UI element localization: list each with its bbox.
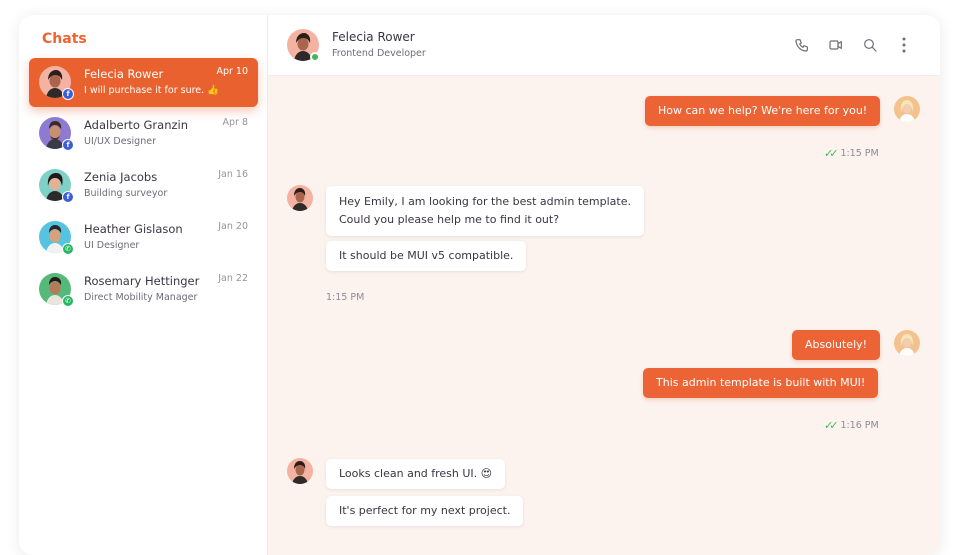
chat-item-date: Apr 10 [216, 66, 248, 77]
chat-item-date: Jan 16 [218, 169, 248, 180]
phone-icon[interactable] [793, 36, 811, 54]
conversation-header: Felecia Rower Frontend Developer [268, 15, 940, 76]
chat-item-zenia-jacobs[interactable]: f Zenia Jacobs Building surveyor Jan 16 [29, 161, 258, 213]
timestamp-text: 1:16 PM [840, 420, 879, 431]
chat-item-name: Zenia Jacobs [84, 170, 158, 184]
message-bubble-incoming: Hey Emily, I am looking for the best adm… [326, 186, 644, 236]
message-bubble-outgoing: This admin template is built with MUI! [643, 368, 879, 398]
avatar: ✆ [39, 221, 74, 255]
chat-item-date: Jan 22 [218, 273, 248, 284]
header-actions [793, 36, 913, 54]
chat-item-subtitle: Building surveyor [84, 188, 168, 199]
chat-item-felecia-rower[interactable]: f Felecia Rower I will purchase it for s… [29, 58, 258, 107]
chat-app-window: Chats f Felecia Rower I will purchase it… [19, 15, 940, 555]
contact-avatar[interactable] [287, 29, 320, 62]
avatar [894, 330, 920, 356]
avatar [894, 96, 920, 122]
avatar: f [39, 117, 74, 151]
message-bubble-incoming: It should be MUI v5 compatible. [326, 241, 527, 271]
avatar [287, 185, 313, 211]
whatsapp-icon: ✆ [62, 243, 74, 255]
chat-item-subtitle: UI Designer [84, 240, 140, 251]
message-timestamp: ✓✓ 1:16 PM [824, 419, 879, 432]
message-timestamp: ✓✓ 1:15 PM [824, 147, 879, 160]
video-icon[interactable] [827, 36, 845, 54]
sidebar-title: Chats [42, 31, 87, 47]
chat-item-last-message: I will purchase it for sure. 👍 [84, 85, 220, 96]
chat-list: f Felecia Rower I will purchase it for s… [29, 58, 258, 317]
chat-item-subtitle: Direct Mobility Manager [84, 292, 198, 303]
timestamp-text: 1:15 PM [840, 148, 879, 159]
chat-item-date: Apr 8 [222, 117, 249, 128]
chat-item-rosemary-hettinger[interactable]: ✆ Rosemary Hettinger Direct Mobility Man… [29, 265, 258, 317]
message-bubble-outgoing: How can we help? We're here for you! [645, 96, 881, 126]
double-check-icon: ✓✓ [824, 419, 839, 432]
contact-role: Frontend Developer [332, 48, 426, 59]
message-bubble-incoming: Looks clean and fresh UI. 😍 [326, 459, 506, 489]
chat-item-subtitle: UI/UX Designer [84, 136, 156, 147]
message-bubble-outgoing: Absolutely! [792, 330, 881, 360]
avatar: ✆ [39, 273, 74, 307]
message-bubble-incoming: It's perfect for my next project. [326, 496, 524, 526]
chat-item-adalberto-granzin[interactable]: f Adalberto Granzin UI/UX Designer Apr 8 [29, 109, 258, 161]
avatar [287, 458, 313, 484]
online-status-dot [310, 52, 320, 62]
search-icon[interactable] [861, 36, 879, 54]
message-line: Could you please help me to find it out? [339, 213, 560, 226]
facebook-icon: f [62, 139, 74, 151]
conversation-panel: Felecia Rower Frontend Developer How can [268, 15, 940, 555]
more-vertical-icon[interactable] [895, 36, 913, 54]
chat-item-name: Adalberto Granzin [84, 118, 189, 132]
message-timestamp: 1:15 PM [326, 292, 365, 303]
message-line: Hey Emily, I am looking for the best adm… [339, 195, 631, 208]
chat-sidebar: Chats f Felecia Rower I will purchase it… [19, 15, 268, 555]
chat-item-name: Heather Gislason [84, 222, 183, 236]
double-check-icon: ✓✓ [824, 147, 839, 160]
facebook-icon: f [62, 191, 74, 203]
message-thread: How can we help? We're here for you! ✓✓ … [268, 76, 940, 555]
avatar: f [39, 66, 74, 100]
chat-item-heather-gislason[interactable]: ✆ Heather Gislason UI Designer Jan 20 [29, 213, 258, 265]
whatsapp-icon: ✆ [62, 295, 74, 307]
facebook-icon: f [62, 88, 74, 100]
chat-item-name: Felecia Rower [84, 67, 164, 81]
chat-item-date: Jan 20 [218, 221, 248, 232]
contact-name: Felecia Rower [332, 30, 415, 44]
chat-item-name: Rosemary Hettinger [84, 274, 200, 288]
avatar: f [39, 169, 74, 203]
